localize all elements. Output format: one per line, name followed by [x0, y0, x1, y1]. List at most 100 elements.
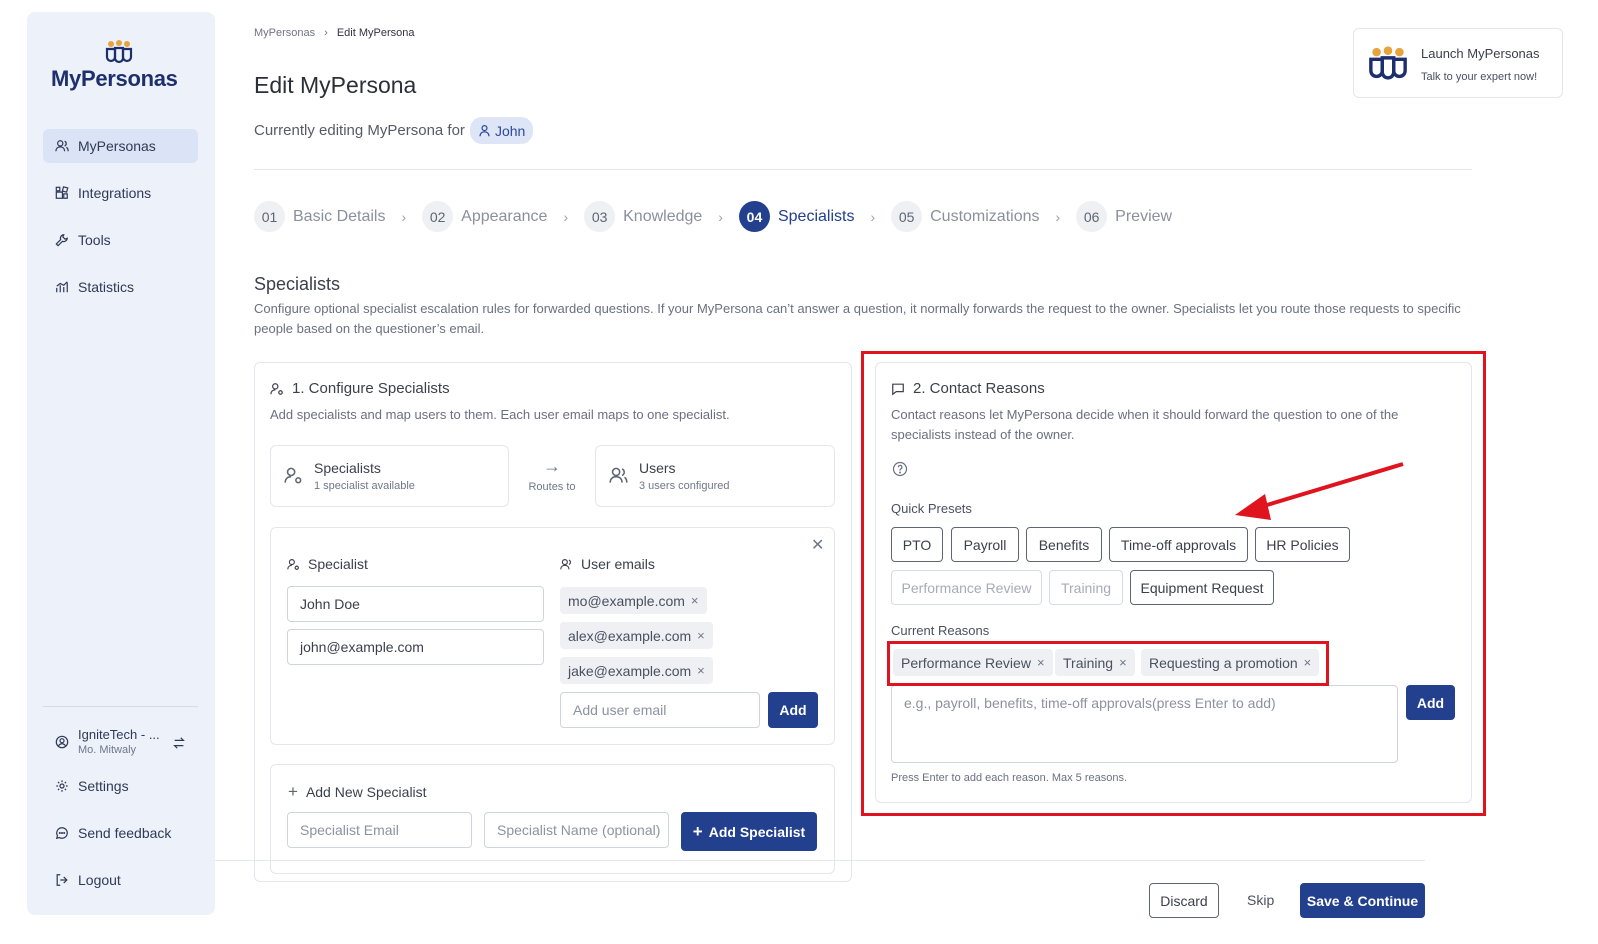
add-new-specialist-title: + Add New Specialist: [288, 782, 427, 802]
launch-title: Launch MyPersonas: [1421, 46, 1540, 61]
gear-icon: [56, 780, 68, 792]
step-specialists[interactable]: 04 Specialists ›: [738, 201, 891, 232]
step-preview[interactable]: 06 Preview: [1076, 201, 1172, 232]
footer-divider: [215, 860, 1425, 861]
sidebar-item-label: Send feedback: [78, 825, 172, 841]
step-label: Specialists: [777, 207, 855, 225]
specialist-email-field[interactable]: john@example.com: [287, 629, 544, 665]
sidebar-item-send-feedback[interactable]: Send feedback: [43, 816, 198, 850]
user-circle-icon: [55, 735, 69, 749]
specialists-summary-sub: 1 specialist available: [314, 480, 415, 492]
sidebar-item-tools[interactable]: Tools: [43, 223, 198, 257]
logo-mark-icon: [105, 40, 133, 64]
stepper: 01 Basic Details › 02 Appearance › 03 Knowled…: [254, 201, 1172, 232]
wrench-icon: [55, 234, 68, 247]
skip-button[interactable]: Skip: [1247, 892, 1274, 908]
step-basic-details[interactable]: 01 Basic Details ›: [254, 201, 422, 232]
step-label: Customizations: [930, 207, 1040, 225]
users-icon: [609, 467, 628, 483]
plus-icon: +: [692, 821, 703, 841]
specialists-summary-title: Specialists: [314, 460, 381, 476]
chip-text: mo@example.com: [568, 592, 685, 609]
configure-specialists-title: 1. Configure Specialists: [270, 380, 450, 397]
sidebar-item-label: Statistics: [78, 279, 135, 295]
step-appearance[interactable]: 02 Appearance ›: [422, 201, 584, 232]
sidebar: MyPersonas MyPersonas Integrations Tools…: [27, 12, 215, 915]
arrow-right-icon: →: [543, 456, 561, 476]
mypersonas-logo-icon: [1369, 46, 1407, 80]
close-icon[interactable]: ✕: [811, 535, 824, 555]
section-description: Configure optional specialist escalation…: [254, 301, 1461, 336]
chevron-right-icon: ›: [718, 208, 723, 225]
account-user: Mo. Mitwaly: [78, 744, 137, 756]
chevron-right-icon: ›: [1055, 208, 1061, 225]
users-summary: Users 3 users configured: [595, 445, 835, 507]
add-user-email-button[interactable]: Add: [768, 692, 818, 728]
chevron-right-icon: ›: [401, 208, 407, 225]
account-switcher[interactable]: IgniteTech - ... Mo. Mitwaly: [43, 722, 198, 762]
step-number: 05: [891, 201, 923, 232]
specialists-summary: Specialists 1 specialist available: [270, 445, 509, 507]
step-number: 01: [254, 201, 285, 232]
remove-icon[interactable]: ×: [691, 593, 699, 608]
app-logo[interactable]: MyPersonas: [51, 40, 191, 92]
step-knowledge[interactable]: 03 Knowledge ›: [584, 201, 739, 232]
user-gear-icon: [270, 382, 283, 395]
step-label: Basic Details: [293, 207, 386, 225]
page-title: Edit MyPersona: [254, 72, 417, 98]
sidebar-item-label: Logout: [78, 872, 121, 888]
sidebar-item-logout[interactable]: Logout: [43, 863, 198, 897]
logout-icon: [56, 874, 68, 886]
chip-text: alex@example.com: [568, 627, 692, 644]
chip-text: jake@example.com: [568, 662, 692, 679]
launch-mypersonas-card[interactable]: Launch MyPersonas Talk to your expert no…: [1353, 28, 1563, 98]
section-title: Specialists: [254, 274, 341, 294]
sidebar-divider: [43, 706, 198, 707]
users-icon: [560, 558, 571, 569]
breadcrumb-separator-icon: ›: [324, 27, 328, 39]
step-customizations[interactable]: 05 Customizations ›: [891, 201, 1076, 232]
new-specialist-email-input[interactable]: Specialist Email: [287, 812, 472, 848]
sidebar-item-integrations[interactable]: Integrations: [43, 176, 198, 210]
highlight-box-current-reasons: [887, 641, 1329, 686]
specialist-name-field[interactable]: John Doe: [287, 586, 544, 622]
step-label: Knowledge: [623, 207, 703, 225]
breadcrumb-root[interactable]: MyPersonas: [254, 27, 315, 39]
sidebar-item-mypersonas[interactable]: MyPersonas: [43, 129, 198, 163]
user-emails-label-text: User emails: [581, 556, 655, 572]
editing-user-badge: John: [469, 117, 534, 144]
remove-icon[interactable]: ×: [697, 628, 705, 643]
remove-icon[interactable]: ×: [697, 663, 705, 678]
add-user-email-input[interactable]: Add user email: [560, 692, 760, 728]
discard-button[interactable]: Discard: [1149, 883, 1219, 918]
step-number: 04: [738, 201, 770, 232]
save-continue-button[interactable]: Save & Continue: [1300, 883, 1425, 918]
editing-prefix: Currently editing MyPersona for: [254, 122, 465, 139]
user-email-chip: alex@example.com ×: [560, 622, 713, 649]
add-specialist-button[interactable]: + Add Specialist: [681, 812, 817, 851]
chart-icon: [56, 281, 68, 293]
user-gear-icon: [287, 558, 299, 570]
step-number: 06: [1076, 201, 1108, 232]
step-number: 03: [584, 201, 616, 232]
user-icon: [479, 125, 490, 137]
users-icon: [55, 140, 69, 152]
sidebar-item-settings[interactable]: Settings: [43, 769, 198, 803]
sidebar-item-statistics[interactable]: Statistics: [43, 270, 198, 304]
annotation-arrow-icon: [1235, 462, 1404, 520]
user-emails-label: User emails: [560, 556, 655, 572]
launch-subtitle: Talk to your expert now!: [1421, 71, 1538, 83]
card-title-text: 1. Configure Specialists: [292, 380, 450, 397]
plus-icon: +: [288, 782, 298, 801]
user-email-chip: mo@example.com ×: [560, 587, 707, 614]
specialist-label-text: Specialist: [308, 556, 368, 572]
sidebar-item-label: Tools: [78, 232, 111, 248]
users-summary-title: Users: [639, 460, 676, 476]
sidebar-item-label: MyPersonas: [78, 138, 156, 154]
swap-icon[interactable]: [172, 736, 186, 750]
sidebar-item-label: Settings: [78, 778, 129, 794]
puzzle-icon: [55, 186, 69, 199]
breadcrumb-current: Edit MyPersona: [336, 27, 415, 39]
chat-bubble-icon: [55, 827, 68, 840]
new-specialist-name-input[interactable]: Specialist Name (optional): [484, 812, 669, 848]
